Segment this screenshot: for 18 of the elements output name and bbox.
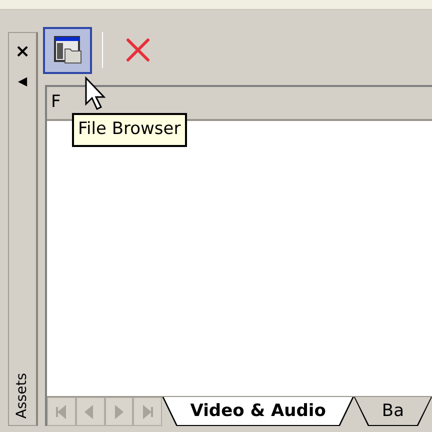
- sheet-tab[interactable]: Video & Audio: [162, 397, 354, 426]
- right-arrow-icon: [115, 404, 124, 419]
- tooltip: File Browser: [72, 113, 187, 146]
- first-tab-button[interactable]: [47, 397, 76, 426]
- file-browser-button[interactable]: [43, 26, 92, 74]
- close-button[interactable]: ×: [14, 43, 30, 61]
- collapse-button[interactable]: ◀: [18, 75, 28, 87]
- file-browser-icon: [54, 36, 81, 64]
- last-tab-button[interactable]: [133, 397, 162, 426]
- left-arrow-icon: [84, 404, 94, 419]
- delete-icon: [126, 38, 149, 62]
- panel-title: Assets: [13, 373, 31, 419]
- next-tab-button[interactable]: [104, 397, 134, 426]
- sheet-tab[interactable]: Ba: [354, 397, 432, 426]
- left-arrow-icon: [56, 406, 66, 418]
- column-header[interactable]: F: [47, 90, 432, 116]
- previous-tab-button[interactable]: [76, 397, 105, 426]
- right-arrow-icon: [142, 406, 153, 418]
